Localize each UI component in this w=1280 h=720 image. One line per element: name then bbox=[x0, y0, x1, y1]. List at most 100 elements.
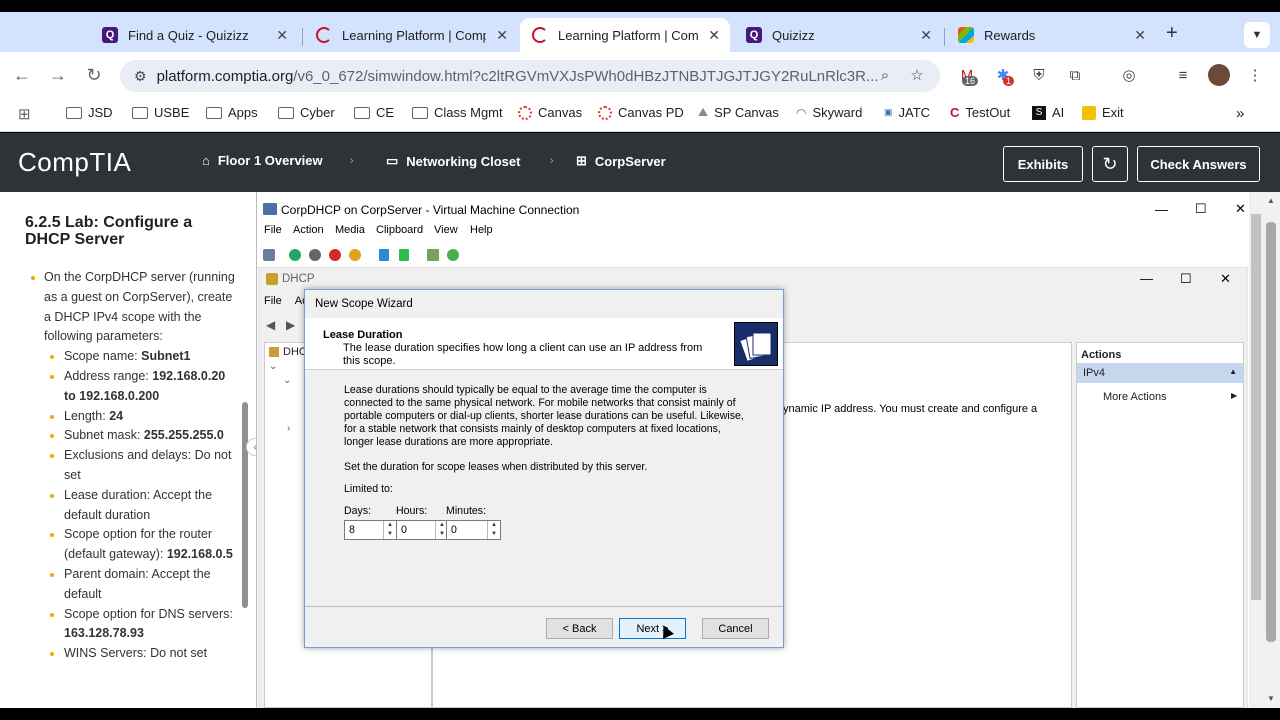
hours-stepper[interactable]: 0 ▲ ▼ bbox=[396, 520, 449, 540]
bookmark-ce[interactable]: CE bbox=[354, 105, 394, 120]
tab-quizizz[interactable]: Q Quizizz ✕ bbox=[734, 18, 942, 52]
days-stepper[interactable]: 8 ▲ ▼ bbox=[344, 520, 397, 540]
vm-menu-action[interactable]: Action bbox=[293, 224, 324, 236]
scroll-up-icon[interactable]: ▲ bbox=[1267, 196, 1275, 205]
bookmark-sp-canvas[interactable]: ⛰ SP Canvas bbox=[698, 105, 779, 120]
minimize-icon[interactable]: — bbox=[1140, 271, 1153, 286]
instructions-scrollbar[interactable] bbox=[242, 402, 248, 608]
vm-menu-clipboard[interactable]: Clipboard bbox=[376, 224, 423, 236]
crumb-floor-overview[interactable]: ⌂ Floor 1 Overview bbox=[202, 153, 323, 168]
bookmark-class-mgmt[interactable]: Class Mgmt bbox=[412, 105, 503, 120]
vm-scrollbar[interactable] bbox=[1249, 192, 1263, 708]
start-icon[interactable] bbox=[289, 249, 301, 261]
bookmark-jsd[interactable]: JSD bbox=[66, 105, 113, 120]
close-icon[interactable]: ✕ bbox=[708, 27, 720, 44]
maximize-icon[interactable]: ☐ bbox=[1195, 201, 1207, 217]
next-button[interactable]: Next > bbox=[619, 618, 686, 639]
collapsed-chevron-icon[interactable]: › bbox=[287, 423, 290, 434]
vm-menu-file[interactable]: File bbox=[264, 224, 282, 236]
tab-find-a-quiz[interactable]: Q Find a Quiz - Quizizz ✕ bbox=[90, 18, 298, 52]
spin-arrows-icon[interactable]: ▲ ▼ bbox=[487, 521, 500, 539]
close-icon[interactable]: ✕ bbox=[920, 27, 932, 44]
back-arrow-icon[interactable]: ← bbox=[8, 61, 36, 89]
vm-menu-media[interactable]: Media bbox=[335, 224, 365, 236]
tab-learning-platform-active[interactable]: Learning Platform | Comp ✕ bbox=[520, 18, 730, 52]
bookmark-star-icon[interactable]: ☆ bbox=[906, 64, 928, 86]
vm-menu-help[interactable]: Help bbox=[470, 224, 493, 236]
close-icon[interactable]: ✕ bbox=[276, 27, 288, 44]
reset-icon[interactable]: ↻ bbox=[1092, 146, 1128, 182]
bookmark-testout[interactable]: C TestOut bbox=[950, 105, 1010, 120]
address-bar[interactable]: ⚙ platform.comptia.org/v6_0_672/simwindo… bbox=[120, 60, 940, 92]
param-item: Lease duration: Accept the default durat… bbox=[30, 486, 240, 526]
close-icon[interactable]: ✕ bbox=[1134, 27, 1146, 44]
pause-icon[interactable] bbox=[379, 249, 389, 261]
windows-icon: ⊞ bbox=[576, 153, 587, 168]
close-icon[interactable]: ✕ bbox=[1220, 271, 1231, 287]
minutes-stepper[interactable]: 0 ▲ ▼ bbox=[446, 520, 501, 540]
reload-icon[interactable]: ↻ bbox=[80, 61, 108, 89]
turn-off-icon[interactable] bbox=[309, 249, 321, 261]
lab-header: CompTIA ⌂ Floor 1 Overview › ▭ Networking … bbox=[0, 133, 1280, 192]
exhibits-button[interactable]: Exhibits bbox=[1003, 146, 1083, 182]
shield-icon[interactable]: ⛨ bbox=[1028, 64, 1050, 86]
back-arrow-icon[interactable]: ◀ bbox=[266, 318, 275, 332]
apps-grid-icon[interactable]: ⊞ bbox=[18, 105, 31, 123]
page-scrollbar[interactable]: ▲ ▼ bbox=[1262, 192, 1280, 708]
maximize-icon[interactable]: ☐ bbox=[1180, 271, 1192, 287]
crumb-networking-closet[interactable]: ▭ Networking Closet bbox=[386, 153, 520, 169]
tab-title: Quizizz bbox=[772, 27, 815, 43]
cancel-button[interactable]: Cancel bbox=[702, 618, 769, 639]
param-item: Length: 24 bbox=[30, 407, 240, 427]
crumb-corpserver[interactable]: ⊞ CorpServer bbox=[576, 153, 666, 169]
resume-icon[interactable] bbox=[399, 249, 409, 261]
shutdown-icon[interactable] bbox=[329, 249, 341, 261]
back-button[interactable]: < Back bbox=[546, 618, 613, 639]
new-tab-button[interactable]: + bbox=[1166, 22, 1178, 45]
tab-search-chevron-icon[interactable]: ▼ bbox=[1244, 22, 1270, 48]
forward-arrow-icon[interactable]: → bbox=[44, 61, 72, 89]
profile-avatar[interactable] bbox=[1208, 64, 1230, 86]
more-bookmarks-icon[interactable]: » bbox=[1236, 105, 1244, 122]
scroll-down-icon[interactable]: ▼ bbox=[1267, 694, 1275, 703]
zoom-search-icon[interactable]: ⌕ bbox=[874, 64, 896, 86]
spin-arrows-icon[interactable]: ▲ ▼ bbox=[383, 521, 396, 539]
site-info-icon[interactable]: ⚙ bbox=[134, 68, 147, 85]
expand-chevron-icon[interactable]: ⌄ bbox=[283, 375, 291, 386]
canvas-icon bbox=[598, 105, 612, 120]
forward-arrow-icon[interactable]: ▶ bbox=[286, 318, 295, 332]
actions-group-ipv4[interactable]: IPv4 ▲ bbox=[1077, 363, 1243, 383]
param-item: WINS Servers: Do not set bbox=[30, 644, 240, 664]
save-state-icon[interactable] bbox=[349, 249, 361, 261]
bookmark-ai[interactable]: S AI bbox=[1032, 105, 1064, 120]
bookmark-skyward[interactable]: ◠ Skyward bbox=[796, 105, 862, 120]
minimize-icon[interactable]: — bbox=[1155, 202, 1168, 217]
bookmark-canvas-pd[interactable]: Canvas PD bbox=[598, 105, 684, 120]
checkpoint-icon[interactable] bbox=[427, 249, 439, 261]
media-controls-icon[interactable]: ≡ bbox=[1172, 64, 1194, 86]
tab-rewards[interactable]: Rewards ✕ bbox=[946, 18, 1156, 52]
scrollbar-thumb[interactable] bbox=[1251, 214, 1261, 600]
menu-dots-icon[interactable]: ⋮ bbox=[1244, 64, 1266, 86]
bookmark-usbe[interactable]: USBE bbox=[132, 105, 189, 120]
puzzle-extensions-icon[interactable]: ⧉ bbox=[1064, 64, 1086, 86]
vm-menu-view[interactable]: View bbox=[434, 224, 458, 236]
close-icon[interactable]: ✕ bbox=[1235, 201, 1246, 217]
more-actions-item[interactable]: More Actions ▶ bbox=[1103, 391, 1237, 403]
bookmark-apps[interactable]: Apps bbox=[206, 105, 258, 120]
hours-label: Hours: bbox=[396, 505, 428, 517]
bookmark-cyber[interactable]: Cyber bbox=[278, 105, 335, 120]
revert-icon[interactable] bbox=[447, 249, 459, 261]
dhcp-menu-file[interactable]: File bbox=[264, 295, 282, 307]
ctrl-alt-del-icon[interactable] bbox=[263, 249, 275, 261]
tab-learning-platform-1[interactable]: Learning Platform | Comp ✕ bbox=[304, 18, 518, 52]
expand-chevron-icon[interactable]: ⌄ bbox=[269, 361, 277, 372]
scrollbar-thumb[interactable] bbox=[1266, 222, 1276, 642]
bookmark-jatc[interactable]: ▣ JATC bbox=[884, 105, 930, 120]
check-answers-button[interactable]: Check Answers bbox=[1137, 146, 1260, 182]
screen-capture-icon[interactable]: ◎ bbox=[1118, 64, 1140, 86]
bookmark-canvas[interactable]: Canvas bbox=[518, 105, 582, 120]
close-icon[interactable]: ✕ bbox=[496, 27, 508, 44]
bookmark-exit[interactable]: Exit bbox=[1082, 105, 1124, 120]
jatc-icon: ▣ bbox=[884, 107, 893, 117]
